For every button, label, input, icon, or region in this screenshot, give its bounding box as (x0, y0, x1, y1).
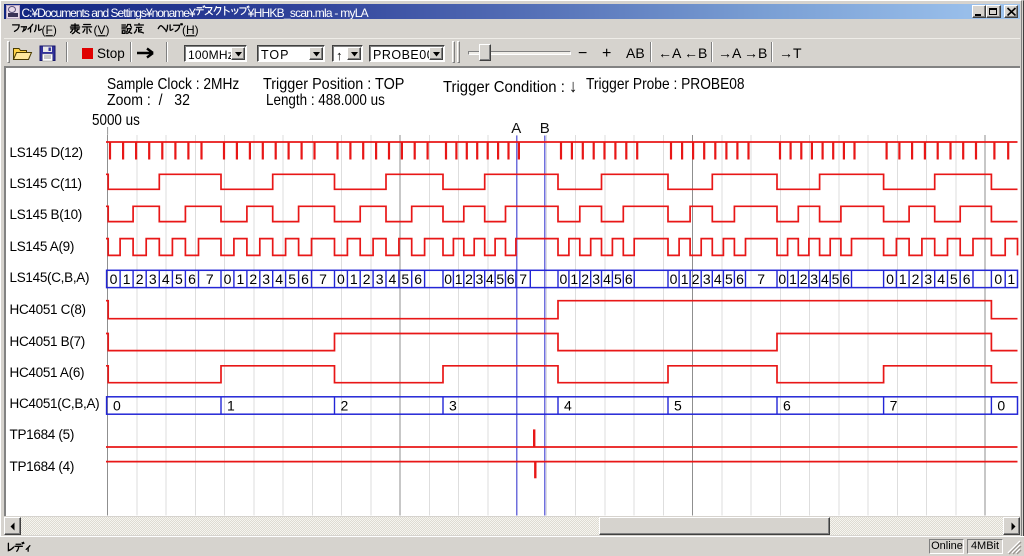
svg-text:5: 5 (401, 271, 409, 287)
svg-text:1: 1 (350, 271, 358, 287)
svg-text:6: 6 (301, 271, 309, 287)
svg-text:2: 2 (800, 271, 808, 287)
svg-text:0: 0 (110, 271, 118, 287)
svg-text:5: 5 (832, 271, 840, 287)
svg-text:6: 6 (963, 271, 971, 287)
svg-text:3: 3 (149, 271, 157, 287)
svg-text:1: 1 (570, 271, 578, 287)
svg-text:6: 6 (625, 271, 633, 287)
svg-text:1: 1 (455, 271, 463, 287)
svg-text:5: 5 (288, 271, 296, 287)
svg-text:0: 0 (560, 271, 568, 287)
svg-text:A: A (511, 120, 521, 137)
svg-text:7: 7 (890, 398, 898, 414)
svg-text:1: 1 (237, 271, 245, 287)
svg-text:6: 6 (188, 271, 196, 287)
svg-text:2: 2 (692, 271, 700, 287)
svg-text:4: 4 (162, 271, 170, 287)
svg-text:B: B (540, 120, 550, 137)
svg-text:4: 4 (714, 271, 722, 287)
svg-text:5: 5 (950, 271, 958, 287)
svg-text:0: 0 (113, 398, 121, 414)
svg-text:5: 5 (614, 271, 622, 287)
svg-text:4: 4 (937, 271, 945, 287)
svg-text:4: 4 (275, 271, 283, 287)
svg-text:5: 5 (725, 271, 733, 287)
svg-text:0: 0 (444, 271, 452, 287)
svg-text:7: 7 (519, 271, 527, 287)
svg-text:1: 1 (123, 271, 131, 287)
svg-text:3: 3 (476, 271, 484, 287)
svg-text:2: 2 (465, 271, 473, 287)
svg-text:0: 0 (886, 271, 894, 287)
svg-text:4: 4 (603, 271, 611, 287)
svg-text:3: 3 (449, 398, 457, 414)
svg-text:1: 1 (789, 271, 797, 287)
svg-text:6: 6 (736, 271, 744, 287)
svg-text:5: 5 (674, 398, 682, 414)
svg-text:3: 3 (924, 271, 932, 287)
svg-text:5: 5 (496, 271, 504, 287)
svg-text:6: 6 (842, 271, 850, 287)
svg-text:7: 7 (206, 271, 214, 287)
svg-text:3: 3 (703, 271, 711, 287)
svg-text:3: 3 (810, 271, 818, 287)
svg-text:4: 4 (389, 271, 397, 287)
svg-text:2: 2 (249, 271, 257, 287)
svg-text:4: 4 (821, 271, 829, 287)
svg-text:1: 1 (1007, 271, 1015, 287)
svg-text:2: 2 (912, 271, 920, 287)
svg-text:3: 3 (376, 271, 384, 287)
svg-text:0: 0 (337, 271, 345, 287)
svg-text:4: 4 (564, 398, 572, 414)
svg-text:3: 3 (262, 271, 270, 287)
svg-text:0: 0 (778, 271, 786, 287)
svg-text:4: 4 (486, 271, 494, 287)
svg-text:0: 0 (224, 271, 232, 287)
svg-text:6: 6 (414, 271, 422, 287)
svg-text:2: 2 (581, 271, 589, 287)
svg-text:0: 0 (997, 398, 1005, 414)
svg-text:7: 7 (757, 271, 765, 287)
svg-text:6: 6 (783, 398, 791, 414)
svg-text:1: 1 (227, 398, 235, 414)
svg-text:3: 3 (592, 271, 600, 287)
svg-text:7: 7 (319, 271, 327, 287)
svg-text:0: 0 (994, 271, 1002, 287)
svg-text:2: 2 (136, 271, 144, 287)
svg-text:2: 2 (341, 398, 349, 414)
svg-text:5: 5 (175, 271, 183, 287)
svg-text:2: 2 (363, 271, 371, 287)
svg-text:6: 6 (507, 271, 515, 287)
svg-text:1: 1 (899, 271, 907, 287)
svg-text:1: 1 (681, 271, 689, 287)
svg-text:0: 0 (670, 271, 678, 287)
